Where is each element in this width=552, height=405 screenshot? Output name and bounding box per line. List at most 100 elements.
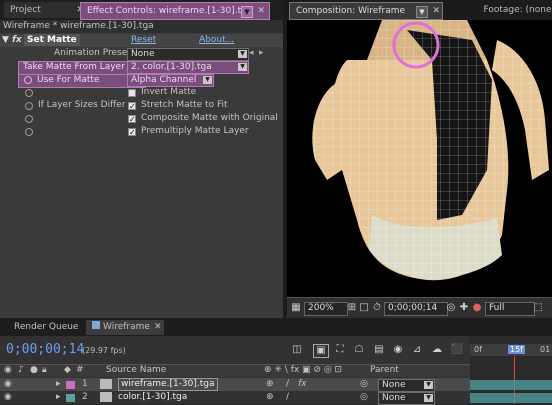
tab-render-queue-label: Render Queue — [14, 322, 79, 332]
comp-mini-flowchart-icon[interactable]: ▣ — [313, 344, 329, 358]
shy-icon[interactable]: ⊕ — [266, 391, 274, 404]
timeline-timecode[interactable]: 0;00;00;14 — [6, 342, 84, 357]
quality-icon[interactable]: / — [286, 378, 289, 391]
comp-viewer-toolbar: ▦ 200% ⊞ □ ⏱ 0;00;00;14 ◎ ✚ ● Full ⬚ — [287, 297, 552, 318]
motion-blur-icon[interactable]: ◉ — [391, 344, 405, 356]
eye-icon[interactable]: ◉ — [4, 391, 12, 404]
reset-link[interactable]: Reset — [131, 34, 156, 47]
tab-project[interactable]: Project✕ — [4, 2, 88, 18]
disclosure-triangle-icon[interactable]: ▼ — [2, 34, 9, 47]
layer-name[interactable]: color.[1-30].tga — [118, 391, 187, 404]
source-name-header[interactable]: Source Name — [106, 365, 166, 375]
show-channel-icon[interactable]: ✚ — [457, 302, 471, 314]
fx-icon[interactable]: fx — [298, 378, 307, 391]
grid-toggle-icon[interactable]: ▦ — [289, 302, 303, 314]
stopwatch-icon[interactable] — [25, 89, 33, 97]
breadcrumb: Wireframe * wireframe.[1-30].tga — [0, 20, 283, 33]
parent-value: None — [382, 393, 406, 403]
layer-number: 1 — [82, 379, 88, 389]
take-matte-row: Take Matte From Layer 2. color.[1-30].tg… — [0, 60, 283, 75]
left-tab-strip: Project✕ Effect Controls: wireframe.[1-3… — [0, 0, 283, 20]
fx-icon[interactable]: fx — [12, 34, 22, 47]
lock-icon: 🔒︎ — [42, 365, 47, 375]
time-ruler[interactable]: 0f 15f 01 — [470, 336, 552, 404]
stopwatch-icon[interactable] — [25, 102, 33, 110]
layer-duration-bar[interactable] — [470, 393, 552, 403]
tab-composition-label: Composition: Wireframe — [296, 6, 406, 16]
close-icon[interactable]: ✕ — [257, 3, 265, 19]
use-for-matte-value: Alpha Channel — [131, 75, 197, 85]
hide-shy-layers-icon[interactable]: ☖ — [352, 344, 366, 356]
premultiply-checkbox[interactable]: ✓ — [128, 128, 136, 137]
invert-matte-row: Invert Matte — [0, 86, 283, 99]
chevron-down-icon: ▼ — [424, 381, 433, 389]
parent-value: None — [382, 380, 406, 390]
zoom-dropdown[interactable]: 200% — [304, 302, 348, 316]
snapshot-icon[interactable]: ◎ — [444, 302, 458, 314]
mask-visibility-icon[interactable]: □ — [357, 302, 371, 314]
layer-duration-bar[interactable] — [470, 380, 552, 390]
stopwatch-icon[interactable] — [25, 128, 33, 136]
parent-pickwhip-icon[interactable]: ◎ — [360, 378, 368, 391]
composition-icon — [92, 321, 100, 329]
chevron-down-icon: ▼ — [203, 76, 212, 84]
timeline-fps: (29.97 fps) — [82, 346, 126, 355]
invert-matte-checkbox[interactable] — [128, 89, 136, 97]
draft-3d-icon[interactable]: ⛶ — [333, 344, 347, 356]
brainstorm-icon[interactable]: ☁ — [430, 344, 444, 356]
shy-icon[interactable]: ⊕ — [266, 378, 274, 391]
tab-wireframe[interactable]: Wireframe ✕ — [86, 320, 164, 335]
animation-presets-row: Animation Presets: None ▼ ◂ ▸ — [0, 47, 283, 61]
nav-right-icon[interactable]: ▸ — [259, 47, 264, 60]
tab-footage[interactable]: Footage: (none) — [433, 2, 552, 18]
about-link[interactable]: About... — [199, 34, 234, 47]
graph-editor-icon[interactable]: ⊿ — [410, 344, 424, 356]
expand-triangle-icon[interactable]: ▸ — [56, 391, 61, 404]
layer-name[interactable]: wireframe.[1-30].tga — [118, 378, 218, 391]
chevron-down-icon[interactable]: ▼ — [241, 6, 253, 18]
layer-sizes-row: If Layer Sizes Differ ✓ Stretch Matte to… — [0, 99, 283, 112]
table-row[interactable]: ◉ ▸ 1 wireframe.[1-30].tga ⊕ / fx ◎ None… — [0, 378, 470, 392]
stopwatch-icon[interactable] — [25, 115, 33, 123]
ruler-mid-label: 15f — [508, 345, 525, 354]
stretch-matte-checkbox[interactable]: ✓ — [128, 102, 136, 111]
region-of-interest-icon[interactable]: ⬚ — [531, 302, 545, 314]
parent-dropdown[interactable]: None ▼ — [378, 392, 435, 405]
tab-render-queue[interactable]: Render Queue — [8, 320, 84, 335]
resolution-dropdown[interactable]: Full — [485, 302, 535, 316]
nav-left-icon[interactable]: ◂ — [249, 47, 254, 60]
expand-triangle-icon[interactable]: ▸ — [56, 378, 61, 391]
live-update-icon[interactable]: ◫ — [290, 344, 304, 356]
switches-icons: ⊕ ✳ \ fx ▣ ⊘ ◎ ⊡ — [264, 365, 343, 375]
timecode-field[interactable]: 0;00;00;14 — [384, 302, 448, 316]
stopwatch-icon[interactable] — [24, 76, 32, 84]
close-icon[interactable]: ✕ — [154, 322, 162, 332]
render-icon[interactable]: ⬛ — [450, 344, 464, 356]
color-channel-icon[interactable]: ● — [470, 302, 484, 314]
tab-effect-controls[interactable]: Effect Controls: wireframe.[1-30].tga ▼ ✕ — [80, 2, 270, 20]
layer-column-header: ◉ ♪ ● 🔒︎ ◆ # Source Name ⊕ ✳ \ fx ▣ ⊘ ◎ … — [0, 364, 470, 377]
table-row[interactable]: ◉ ▸ 2 color.[1-30].tga ⊕ / ◎ None ▼ — [0, 391, 470, 405]
footage-icon — [100, 392, 112, 402]
eye-icon[interactable]: ◉ — [4, 378, 12, 391]
tab-footage-label: Footage: (none) — [483, 5, 552, 15]
parent-header[interactable]: Parent — [370, 365, 399, 375]
quality-icon[interactable]: / — [286, 391, 289, 404]
label-color-swatch[interactable] — [66, 381, 75, 389]
invert-matte-label: Invert Matte — [141, 87, 197, 97]
premultiply-row: ✓ Premultiply Matte Layer — [0, 125, 283, 138]
chevron-down-icon[interactable]: ▼ — [416, 6, 428, 18]
composite-matte-checkbox[interactable]: ✓ — [128, 115, 136, 124]
tab-composition[interactable]: Composition: Wireframe ▼ ✕ — [289, 2, 443, 20]
label-color-swatch[interactable] — [66, 394, 75, 402]
layer-sizes-label: If Layer Sizes Differ — [38, 100, 126, 110]
frame-blending-icon[interactable]: ▤ — [372, 344, 386, 356]
parent-pickwhip-icon[interactable]: ◎ — [360, 391, 368, 404]
number-icon: # — [76, 365, 84, 375]
composition-viewer[interactable] — [287, 20, 552, 297]
animation-presets-value: None — [131, 49, 155, 59]
timecode-icon[interactable]: ⏱ — [370, 302, 384, 314]
footage-icon — [100, 379, 112, 389]
ruler-start-label: 0f — [474, 345, 482, 354]
breadcrumb-text: Wireframe * wireframe.[1-30].tga — [3, 21, 154, 31]
